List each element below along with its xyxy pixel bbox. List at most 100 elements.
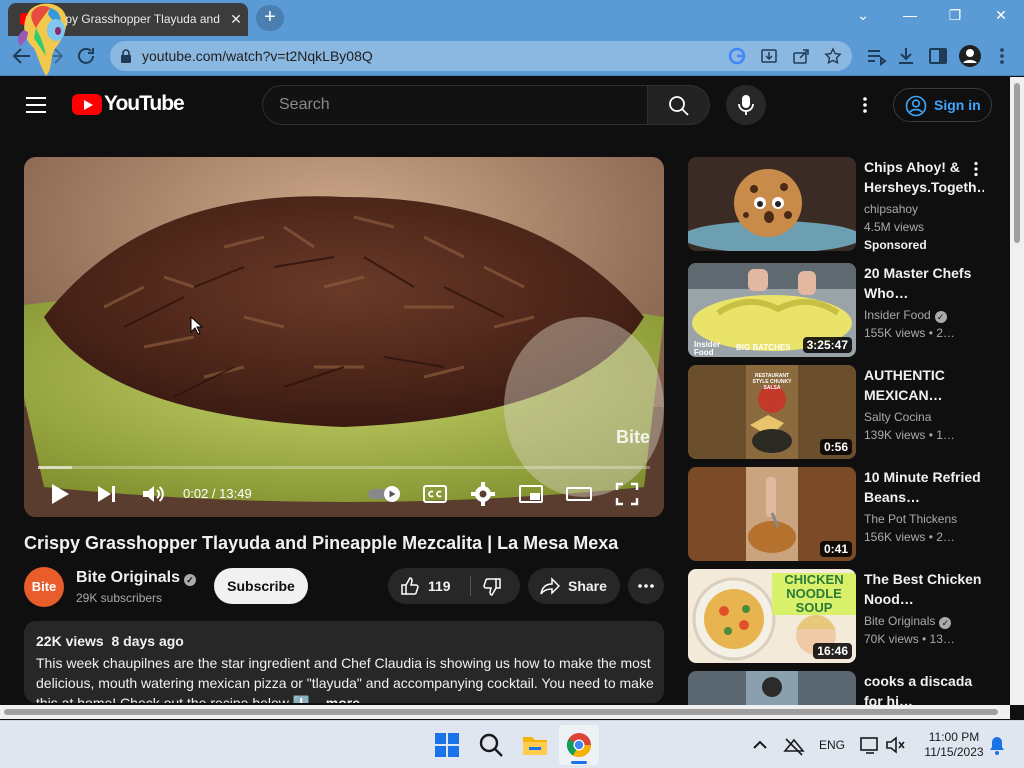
- horizontal-scroll-thumb[interactable]: [4, 709, 998, 715]
- new-tab-button[interactable]: +: [256, 5, 284, 31]
- restore-button[interactable]: ❐: [935, 4, 975, 28]
- video-thumbnail[interactable]: 0:41: [688, 467, 856, 561]
- sign-in-button[interactable]: Sign in: [893, 88, 992, 122]
- windows-start-icon[interactable]: [433, 731, 461, 759]
- thumbs-down-icon[interactable]: [482, 577, 502, 597]
- vertical-scrollbar[interactable]: [1010, 77, 1024, 705]
- video-thumbnail[interactable]: CHICKEN NOODLE SOUP 16:46: [688, 569, 856, 663]
- recommendation-channel[interactable]: Salty Cocina: [864, 410, 931, 424]
- display-icon[interactable]: [858, 731, 882, 759]
- volume-muted-icon[interactable]: [884, 731, 908, 759]
- bookmark-star-icon[interactable]: [824, 47, 842, 65]
- vertical-scroll-thumb[interactable]: [1014, 83, 1020, 243]
- big-batches-caption: BIG BATCHES: [736, 343, 791, 352]
- hamburger-menu-icon[interactable]: [26, 97, 46, 113]
- recommendation-title[interactable]: AUTHENTIC MEXICAN…: [864, 365, 984, 405]
- show-more-link[interactable]: ...more: [314, 695, 360, 703]
- recommendation-item[interactable]: RESTAURANT STYLE CHUNKY SALSA 0:56 AUTHE…: [688, 365, 998, 461]
- google-lens-icon[interactable]: [728, 47, 746, 65]
- search-button[interactable]: [648, 85, 710, 125]
- search-input[interactable]: Search: [262, 85, 648, 125]
- minimize-button[interactable]: —: [890, 4, 930, 28]
- recommendation-item[interactable]: Chips Ahoy! & Hersheys.Togeth… chipsahoy…: [688, 157, 998, 253]
- media-queue-icon[interactable]: [864, 44, 888, 68]
- recommendation-channel[interactable]: chipsahoy: [864, 202, 918, 216]
- settings-gear-icon[interactable]: [470, 481, 496, 507]
- video-progress-bar[interactable]: [38, 466, 650, 469]
- system-clock[interactable]: 11:00 PM 11/15/2023: [914, 730, 994, 760]
- recommendation-channel-text[interactable]: Insider Food: [864, 308, 931, 322]
- recommendation-title[interactable]: The Best Chicken Nood…: [864, 569, 984, 609]
- recommendation-channel-text[interactable]: Bite Originals: [864, 614, 935, 628]
- recommendation-menu-icon[interactable]: [968, 161, 984, 177]
- sponsored-label: Sponsored: [864, 238, 927, 252]
- channel-name[interactable]: Bite Originals ✓: [76, 569, 197, 587]
- chicken-soup-caption: CHICKEN NOODLE SOUP: [772, 573, 856, 615]
- address-bar[interactable]: youtube.com/watch?v=t2NqkLBy08Q: [110, 41, 852, 71]
- file-explorer-icon[interactable]: [521, 731, 549, 759]
- play-button-icon[interactable]: [46, 481, 72, 507]
- theater-mode-icon[interactable]: [566, 481, 592, 507]
- horizontal-scrollbar[interactable]: [0, 705, 1010, 719]
- youtube-header: YouTube Search Sign in: [0, 77, 1010, 133]
- video-thumbnail[interactable]: Insider Food BIG BATCHES 3:25:47: [688, 263, 856, 357]
- tab-close-button[interactable]: ✕: [226, 9, 246, 29]
- chrome-menu-icon[interactable]: [990, 44, 1014, 68]
- recommendation-title[interactable]: Chips Ahoy! & Hersheys.Togeth…: [864, 157, 984, 197]
- input-language-indicator[interactable]: ENG: [819, 738, 845, 752]
- recommendation-item[interactable]: cooks a discada for hi…: [688, 671, 998, 705]
- recommendation-views: 139K views • 1…: [864, 428, 955, 442]
- windows-taskbar: ENG 11:00 PM 11/15/2023: [0, 720, 1024, 768]
- recommendation-title[interactable]: 10 Minute Refried Beans…: [864, 467, 984, 507]
- recommendation-item[interactable]: 0:41 10 Minute Refried Beans… The Pot Th…: [688, 467, 998, 563]
- lock-icon: [121, 49, 131, 63]
- share-page-icon[interactable]: [792, 47, 810, 65]
- recommendation-channel[interactable]: Insider Food ✓: [864, 308, 947, 323]
- recommendation-channel[interactable]: Bite Originals ✓: [864, 614, 952, 629]
- network-offline-icon[interactable]: [782, 731, 806, 759]
- channel-avatar[interactable]: Bite: [24, 567, 64, 607]
- microphone-icon: [738, 95, 754, 115]
- recommendation-channel[interactable]: The Pot Thickens: [864, 512, 957, 526]
- recommendation-views: 155K views • 2…: [864, 326, 955, 340]
- notification-bell-icon[interactable]: [986, 731, 1008, 759]
- tab-search-button[interactable]: ⌄: [843, 4, 883, 28]
- channel-name-text[interactable]: Bite Originals: [76, 569, 180, 586]
- taskbar-search-icon[interactable]: [477, 731, 505, 759]
- autoplay-toggle-icon[interactable]: [366, 481, 404, 507]
- description-box[interactable]: 22K views 8 days ago This week chaupilne…: [24, 621, 664, 703]
- fullscreen-icon[interactable]: [614, 481, 640, 507]
- video-thumbnail[interactable]: [688, 671, 856, 705]
- mascot-overlay-icon: [17, 3, 67, 76]
- video-thumbnail[interactable]: [688, 157, 856, 251]
- volume-icon[interactable]: [140, 481, 166, 507]
- downloads-icon[interactable]: [894, 44, 918, 68]
- settings-kebab-icon[interactable]: [855, 95, 875, 115]
- recommendation-item[interactable]: Insider Food BIG BATCHES 3:25:47 20 Mast…: [688, 263, 998, 359]
- cookie-character-thumbnail: [688, 157, 856, 251]
- show-hidden-icons-chevron-icon[interactable]: [750, 731, 770, 759]
- install-app-icon[interactable]: [760, 47, 778, 65]
- voice-search-button[interactable]: [726, 85, 766, 125]
- chrome-icon: [566, 733, 591, 758]
- chrome-taskbar-item[interactable]: [559, 725, 599, 765]
- recommendation-title[interactable]: cooks a discada for hi…: [864, 671, 984, 705]
- more-actions-button[interactable]: [628, 568, 664, 604]
- captions-icon[interactable]: [422, 481, 448, 507]
- miniplayer-icon[interactable]: [518, 481, 544, 507]
- share-button[interactable]: Share: [528, 568, 620, 604]
- like-count: 119: [428, 578, 451, 594]
- video-thumbnail[interactable]: RESTAURANT STYLE CHUNKY SALSA 0:56: [688, 365, 856, 459]
- video-player[interactable]: Bite 0:02 / 13:49: [24, 157, 664, 517]
- close-window-button[interactable]: ✕: [981, 4, 1021, 28]
- side-panel-icon[interactable]: [926, 44, 950, 68]
- next-video-icon[interactable]: [93, 481, 119, 507]
- profile-avatar-icon[interactable]: [958, 44, 982, 68]
- recommendation-item[interactable]: CHICKEN NOODLE SOUP 16:46 The Best Chick…: [688, 569, 998, 665]
- search-placeholder: Search: [279, 96, 330, 113]
- clock-date: 11/15/2023: [924, 745, 984, 759]
- subscribe-button[interactable]: Subscribe: [214, 568, 308, 604]
- like-button[interactable]: 119: [388, 568, 470, 604]
- recommendation-title[interactable]: 20 Master Chefs Who…: [864, 263, 984, 303]
- url-text[interactable]: youtube.com/watch?v=t2NqkLBy08Q: [142, 48, 373, 64]
